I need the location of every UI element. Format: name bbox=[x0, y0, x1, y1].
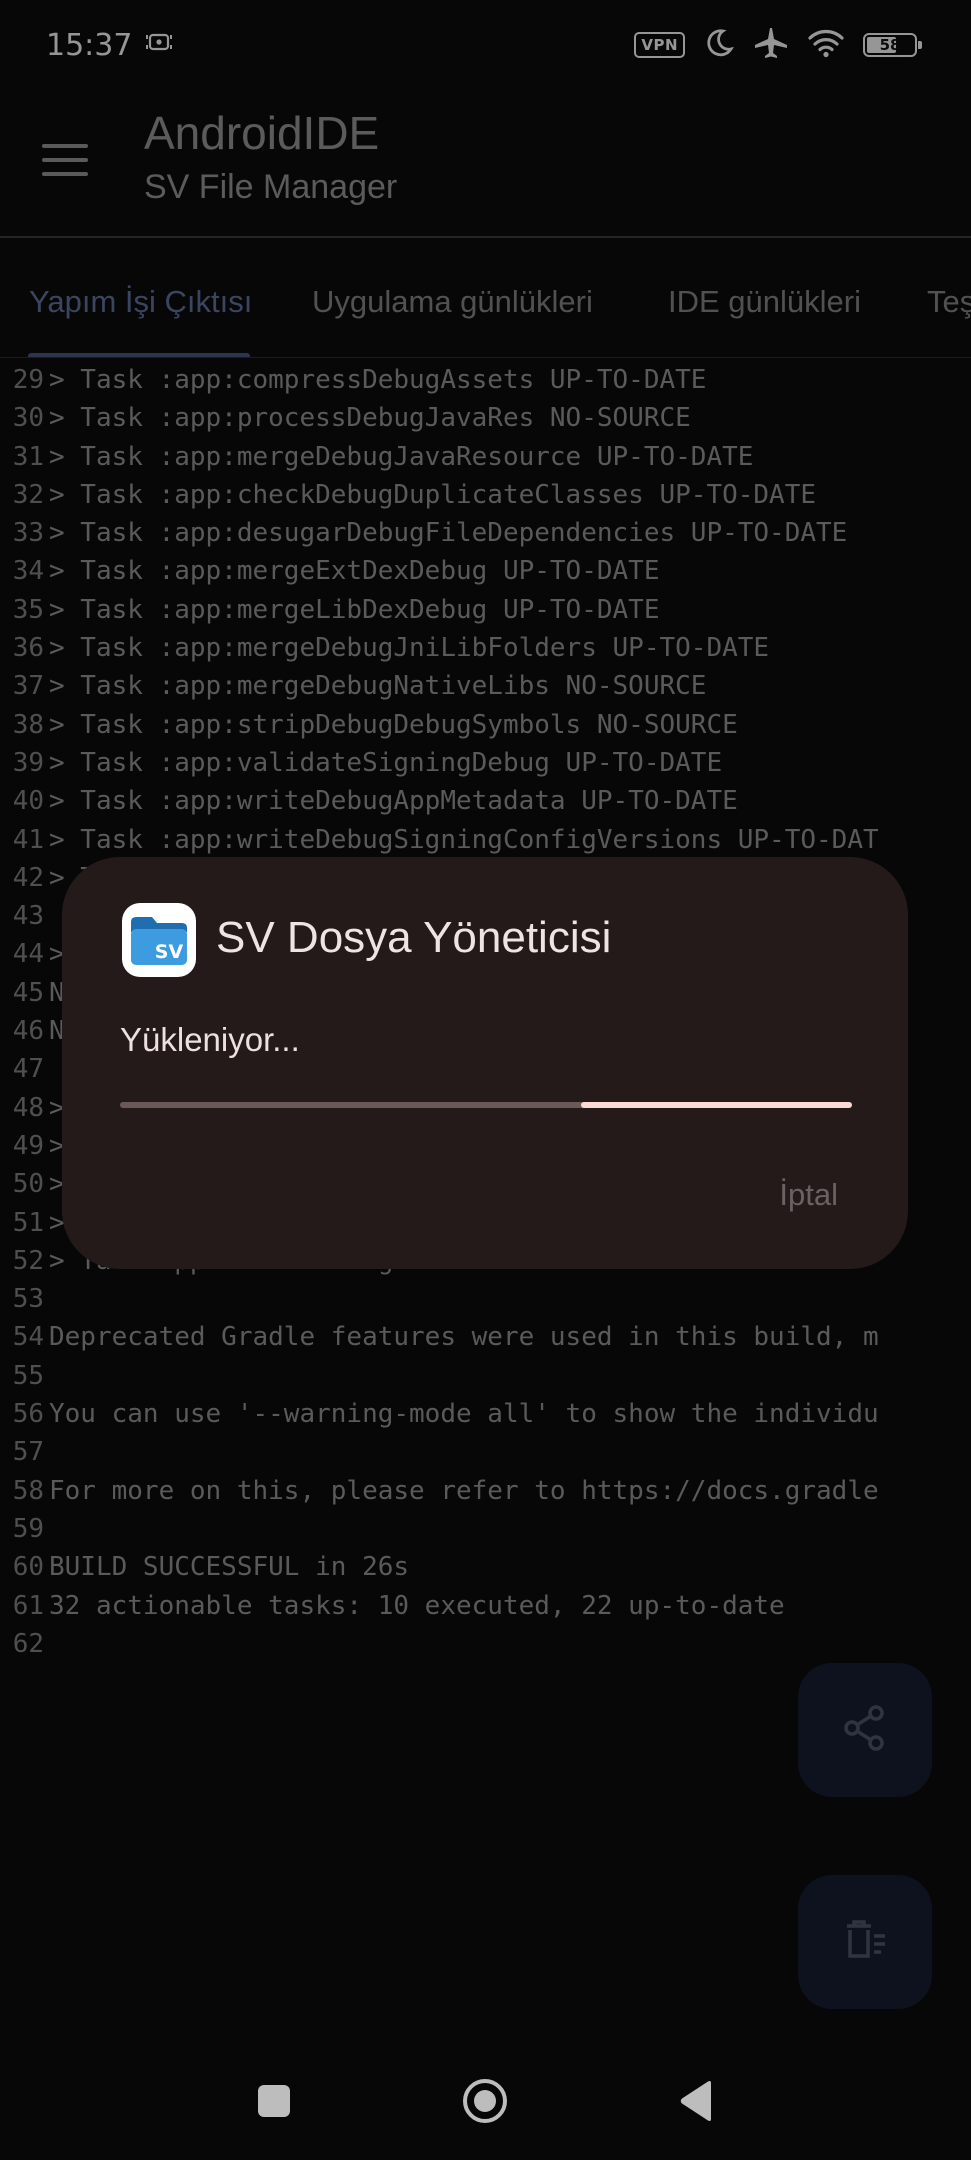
recents-square-icon[interactable] bbox=[258, 2085, 290, 2117]
screen: 15:37 VPN 58 AndroidIDE SV File Manager … bbox=[0, 0, 971, 2160]
sv-folder-app-icon: SV bbox=[122, 903, 196, 977]
progress-indicator bbox=[581, 1102, 852, 1108]
loading-dialog: SV SV Dosya Yöneticisi Yükleniyor... İpt… bbox=[62, 857, 908, 1269]
back-triangle-icon[interactable] bbox=[678, 2079, 714, 2123]
home-circle-icon[interactable] bbox=[462, 2078, 508, 2124]
loading-progress-bar bbox=[120, 1102, 852, 1108]
dialog-title: SV Dosya Yöneticisi bbox=[216, 913, 612, 962]
system-nav-bar bbox=[0, 2040, 971, 2160]
cancel-button[interactable]: İptal bbox=[779, 1177, 838, 1213]
app-icon-text: SV bbox=[155, 941, 184, 963]
dialog-message: Yükleniyor... bbox=[120, 1021, 300, 1058]
